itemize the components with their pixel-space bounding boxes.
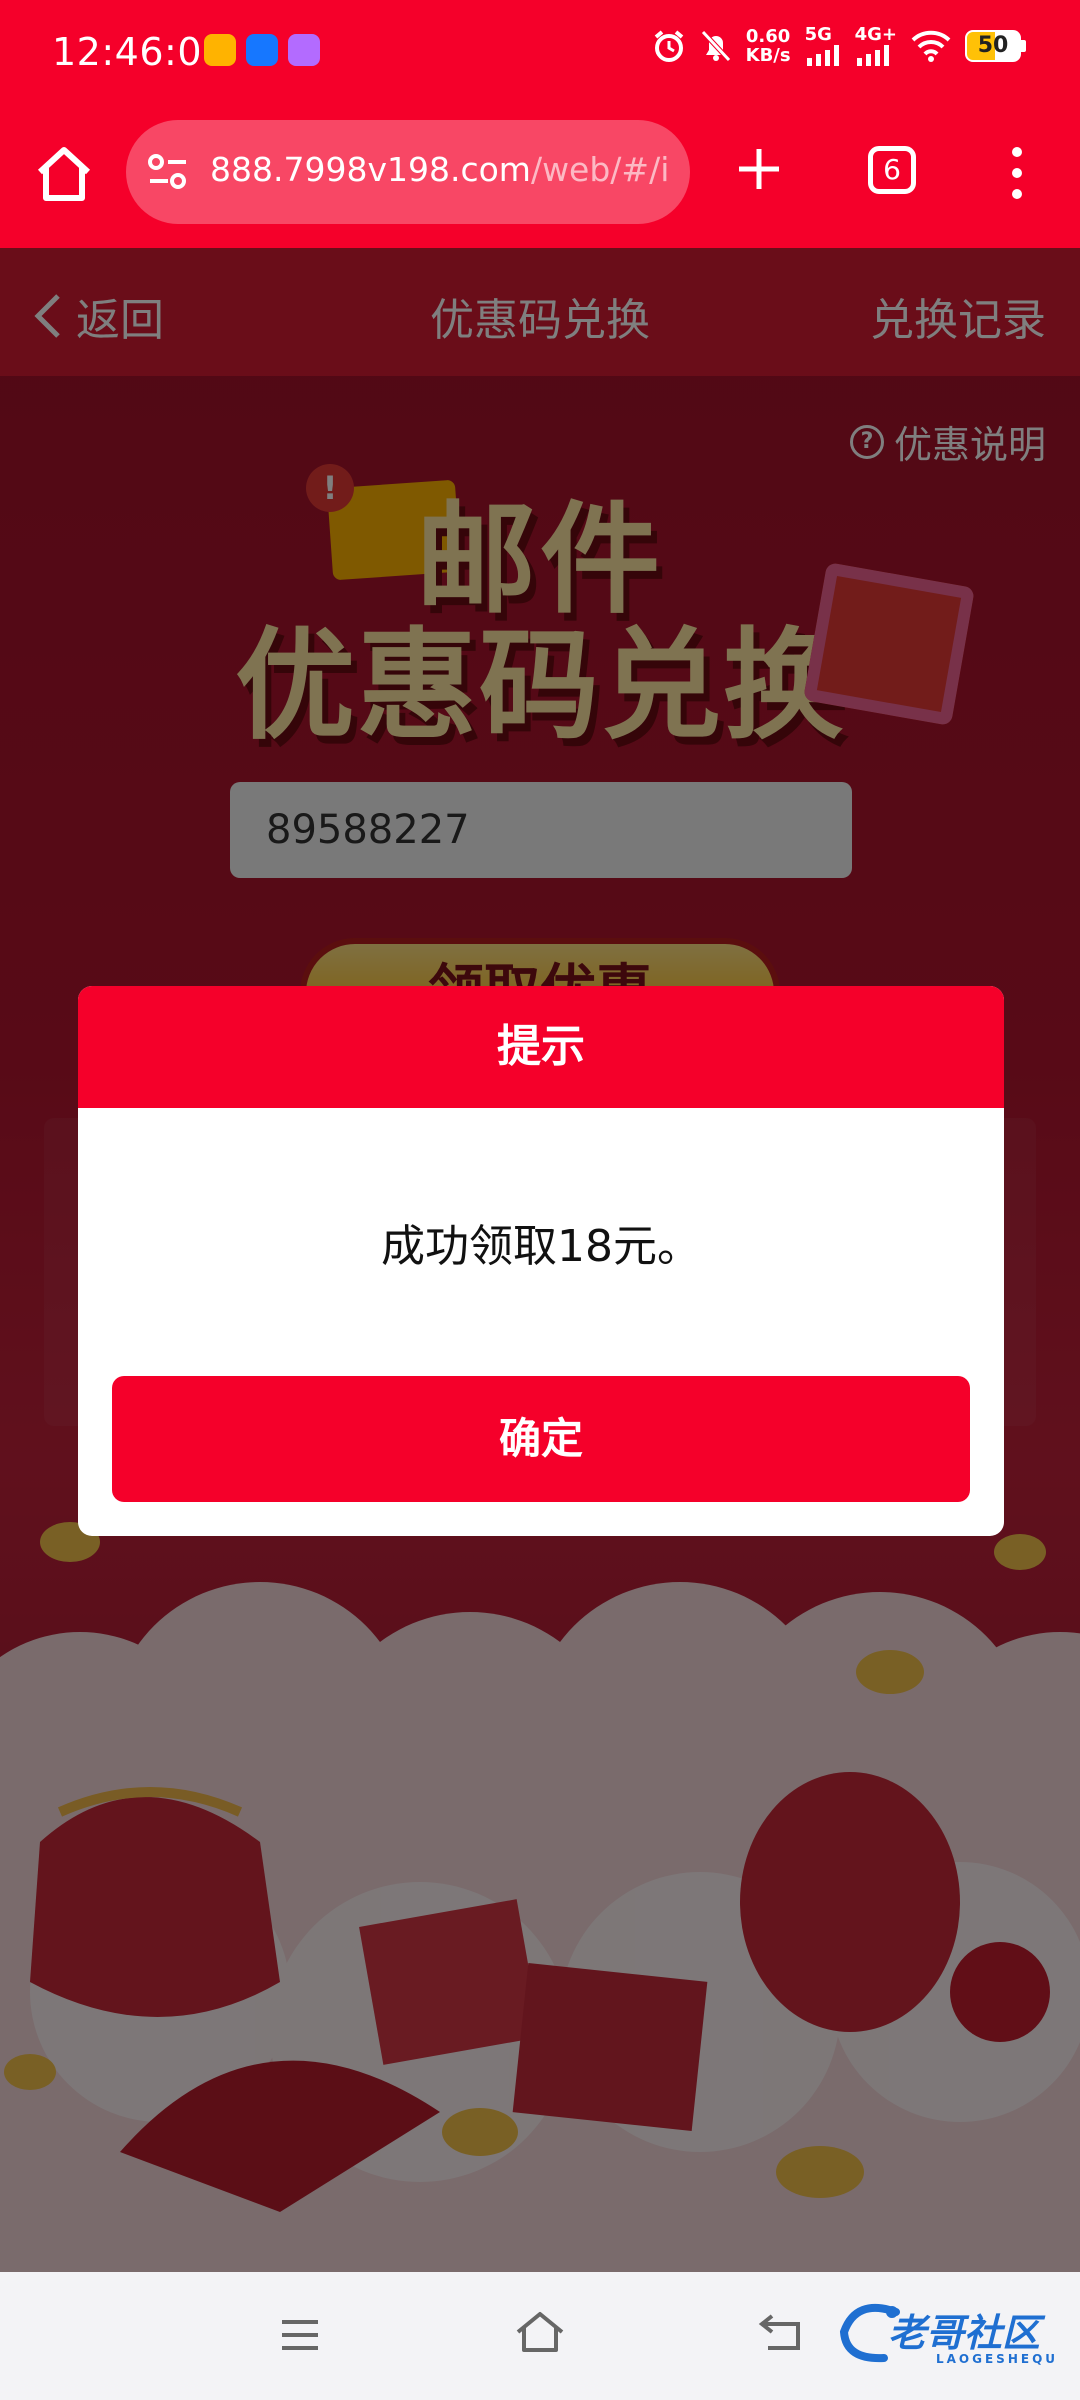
wifi-icon — [911, 30, 951, 62]
alert-dialog: 提示 成功领取18元。 确定 — [78, 986, 1004, 1536]
network-speed: 0.60 KB/s — [746, 27, 791, 65]
signal-bars-icon — [806, 45, 839, 66]
clock: 12:46:00 — [52, 30, 227, 74]
dialog-message: 成功领取18元。 — [381, 1221, 701, 1272]
notification-icons — [204, 34, 320, 66]
system-back-icon[interactable] — [758, 2312, 806, 2352]
confirm-button[interactable]: 确定 — [112, 1376, 970, 1502]
site-settings-icon[interactable] — [146, 150, 190, 194]
status-bar: 12:46:00 0.60 KB/s 5G 4G+ 50 — [0, 0, 1080, 108]
speed-value: 0.60 — [745, 26, 791, 47]
browser-toolbar: 888.7998v198.com/web/#/inte 6 — [0, 108, 1080, 248]
alarm-icon — [654, 30, 683, 62]
watermark-text: 老哥社区 — [888, 2311, 1041, 2355]
url-path: /web/#/inte — [530, 150, 670, 189]
mute-bell-icon — [700, 30, 731, 62]
dialog-title: 提示 — [78, 986, 1004, 1108]
battery-tip — [1021, 40, 1026, 52]
alipay-icon — [246, 34, 278, 66]
battery-level: 50 — [965, 30, 1021, 62]
address-bar[interactable]: 888.7998v198.com/web/#/inte — [126, 120, 690, 224]
signal-5g: 5G — [805, 26, 841, 66]
watermark-subtext: LAOGESHEQU — [936, 2352, 1059, 2366]
network-5g-label: 5G — [804, 24, 832, 45]
system-home-icon[interactable] — [514, 2310, 566, 2354]
url-domain: 888.7998v198.com — [210, 150, 531, 189]
tab-switcher-button[interactable]: 6 — [868, 146, 916, 194]
battery-indicator: 50 — [965, 30, 1026, 62]
status-icons: 0.60 KB/s 5G 4G+ 50 — [652, 26, 1026, 66]
speed-unit: KB/s — [745, 45, 791, 66]
new-tab-icon[interactable] — [736, 146, 782, 192]
app-notification-icon — [204, 34, 236, 66]
network-4g-label: 4G+ — [854, 24, 897, 45]
url-text[interactable]: 888.7998v198.com/web/#/inte — [210, 150, 670, 189]
system-nav-bar: 老哥社区 LAOGESHEQU — [0, 2272, 1080, 2400]
recent-apps-icon[interactable] — [280, 2318, 320, 2352]
browser-home-icon[interactable] — [34, 144, 94, 204]
signal-bars-icon — [856, 45, 889, 66]
app-notification-icon — [288, 34, 320, 66]
signal-4g: 4G+ — [855, 26, 897, 66]
more-menu-icon[interactable] — [1006, 146, 1028, 200]
watermark-logo: 老哥社区 LAOGESHEQU — [836, 2294, 1068, 2374]
